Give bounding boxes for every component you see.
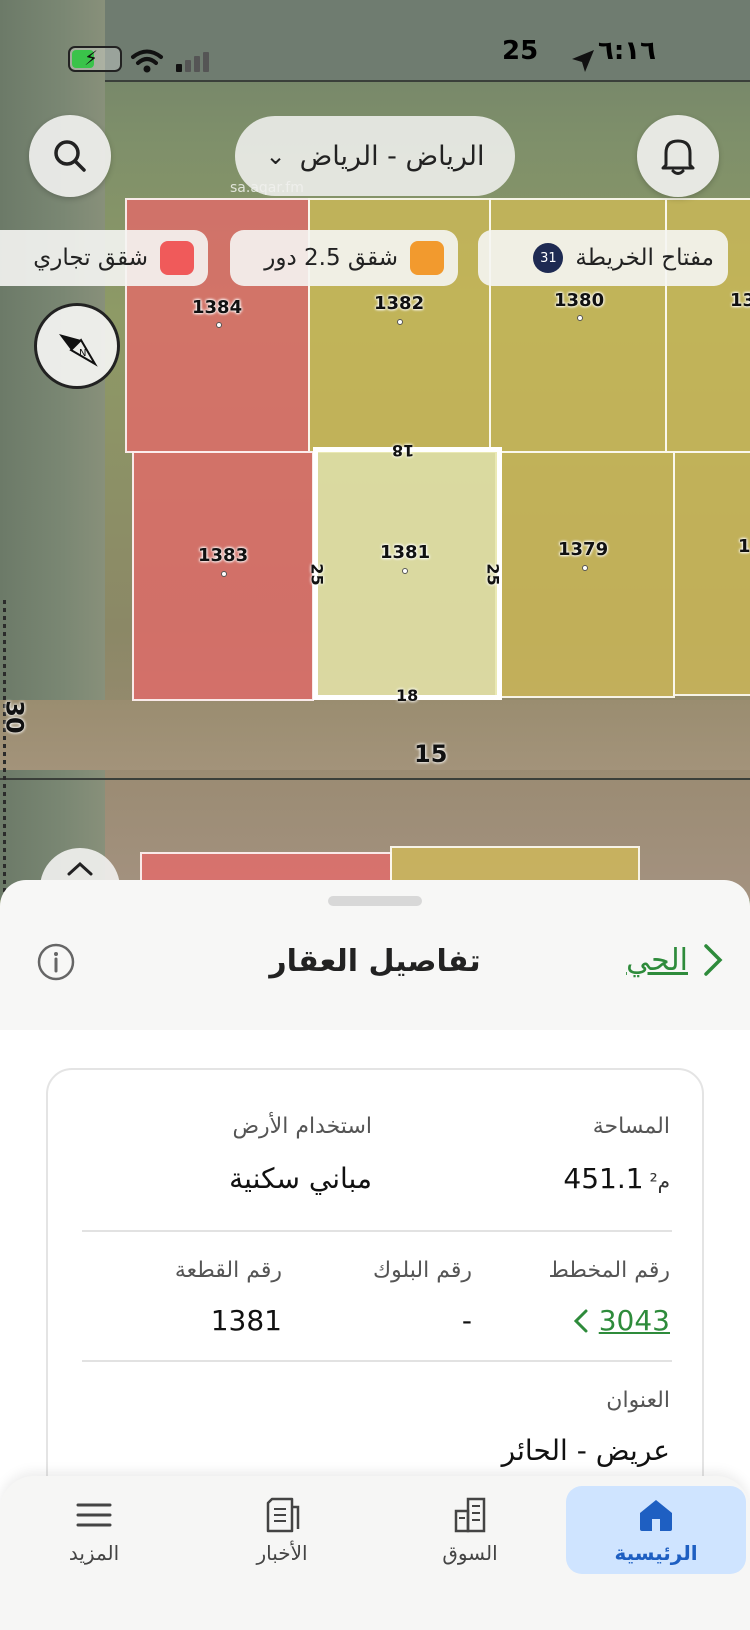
plan-number-value: 3043 bbox=[598, 1304, 670, 1337]
tab-more[interactable]: المزيد bbox=[4, 1486, 184, 1574]
area-value-group: 451.1 م² bbox=[563, 1162, 670, 1195]
address-label: العنوان bbox=[606, 1388, 670, 1413]
legend-label: شقق 2.5 دور bbox=[264, 245, 398, 271]
land-use-value: مباني سكنية bbox=[229, 1162, 372, 1195]
dimension-top: 18 bbox=[392, 441, 415, 460]
boundary-dotted-line bbox=[3, 600, 6, 900]
tab-label: الأخبار bbox=[256, 1541, 308, 1565]
search-button[interactable] bbox=[29, 115, 111, 197]
bell-icon bbox=[661, 139, 695, 175]
road-line bbox=[0, 80, 750, 82]
building-icon bbox=[454, 1497, 486, 1533]
home-icon bbox=[640, 1500, 672, 1531]
status-time: ٦:١٦ bbox=[598, 36, 657, 66]
legend-item-commercial[interactable]: شقق تجاري bbox=[0, 230, 208, 286]
divider bbox=[82, 1360, 672, 1362]
compass-icon: N bbox=[59, 334, 98, 367]
plot-1381-selected[interactable] bbox=[313, 447, 502, 700]
area-unit: م² bbox=[649, 1169, 670, 1193]
plot-1379[interactable] bbox=[495, 451, 675, 698]
map-key-label: مفتاح الخريطة bbox=[575, 245, 714, 271]
plot-number: 1 bbox=[738, 536, 750, 557]
menu-icon bbox=[76, 1503, 112, 1527]
legend-label: شقق تجاري bbox=[33, 245, 148, 271]
plot-dot bbox=[577, 315, 583, 321]
map-key-count: 31 bbox=[533, 243, 564, 273]
plot-number: 1379 bbox=[558, 539, 609, 560]
tab-bar: الرئيسية السوق الأخبار المزيد bbox=[0, 1476, 750, 1630]
tab-label: الرئيسية bbox=[614, 1541, 698, 1565]
svg-text:N: N bbox=[79, 348, 86, 359]
land-use-label: استخدام الأرض bbox=[232, 1114, 372, 1139]
plot-number-label: رقم القطعة bbox=[174, 1258, 282, 1283]
sheet-grabber[interactable] bbox=[328, 896, 422, 906]
plot-number: 1380 bbox=[554, 290, 605, 311]
dimension-left: 25 bbox=[307, 563, 327, 586]
block-number-label: رقم البلوك bbox=[372, 1258, 472, 1283]
neighborhood-label: الحي bbox=[626, 942, 688, 978]
plot-dot bbox=[216, 322, 222, 328]
tab-home[interactable]: الرئيسية bbox=[566, 1486, 746, 1574]
block-number-value: - bbox=[461, 1304, 472, 1337]
plan-number-link[interactable]: 3043 bbox=[573, 1304, 670, 1337]
city-selector[interactable]: ⌄ الرياض - الرياض bbox=[235, 116, 515, 196]
address-value: عريض - الحائر bbox=[501, 1434, 670, 1467]
legend-item-apartments[interactable]: شقق 2.5 دور bbox=[230, 230, 458, 286]
wifi-icon bbox=[131, 49, 163, 73]
plot-dot bbox=[582, 565, 588, 571]
dimension-bottom: 18 bbox=[396, 686, 419, 705]
battery-icon: ⚡ bbox=[68, 46, 122, 72]
orange-swatch bbox=[410, 241, 444, 275]
tab-news[interactable]: الأخبار bbox=[192, 1486, 372, 1574]
chevron-left-icon bbox=[573, 1309, 588, 1332]
notifications-button[interactable] bbox=[637, 115, 719, 197]
tab-label: المزيد bbox=[68, 1541, 120, 1565]
plot-1[interactable] bbox=[673, 451, 750, 696]
tab-label: السوق bbox=[442, 1541, 498, 1565]
neighborhood-link[interactable]: الحي bbox=[626, 942, 724, 978]
map-key-button[interactable]: مفتاح الخريطة 31 bbox=[478, 230, 728, 286]
plot-number: 1382 bbox=[374, 293, 425, 314]
road-line bbox=[0, 778, 750, 780]
dimension-right: 25 bbox=[483, 563, 503, 586]
compass-button[interactable]: N bbox=[34, 303, 120, 389]
chevron-right-icon bbox=[704, 944, 723, 976]
status-number: 25 bbox=[502, 36, 539, 66]
street-width-vertical: 30 bbox=[0, 700, 29, 734]
location-arrow-icon bbox=[572, 50, 594, 72]
plot-dot bbox=[221, 571, 227, 577]
plot-number: 1383 bbox=[198, 545, 249, 566]
road-horizontal bbox=[0, 700, 750, 770]
area-label: المساحة bbox=[592, 1114, 670, 1139]
chevron-up-icon bbox=[67, 861, 93, 876]
city-name: الرياض - الرياض bbox=[299, 140, 485, 172]
divider bbox=[82, 1230, 672, 1232]
signal-icon bbox=[176, 52, 209, 72]
chevron-down-icon: ⌄ bbox=[265, 142, 286, 170]
search-icon bbox=[54, 140, 86, 172]
plot-number: 13 bbox=[730, 290, 750, 311]
plot-number: 1381 bbox=[380, 542, 431, 563]
street-width-horizontal: 15 bbox=[414, 740, 448, 768]
tab-market[interactable]: السوق bbox=[380, 1486, 560, 1574]
area-value: 451.1 bbox=[563, 1162, 644, 1195]
news-icon bbox=[266, 1497, 300, 1533]
plot-number: 1384 bbox=[192, 297, 243, 318]
plot-dot bbox=[397, 319, 403, 325]
plan-number-label: رقم المخطط bbox=[548, 1258, 670, 1283]
red-swatch bbox=[160, 241, 194, 275]
sheet-header: تفاصيل العقار الحي bbox=[0, 910, 750, 1030]
plot-number-value: 1381 bbox=[210, 1304, 282, 1337]
plot-dot bbox=[402, 568, 408, 574]
